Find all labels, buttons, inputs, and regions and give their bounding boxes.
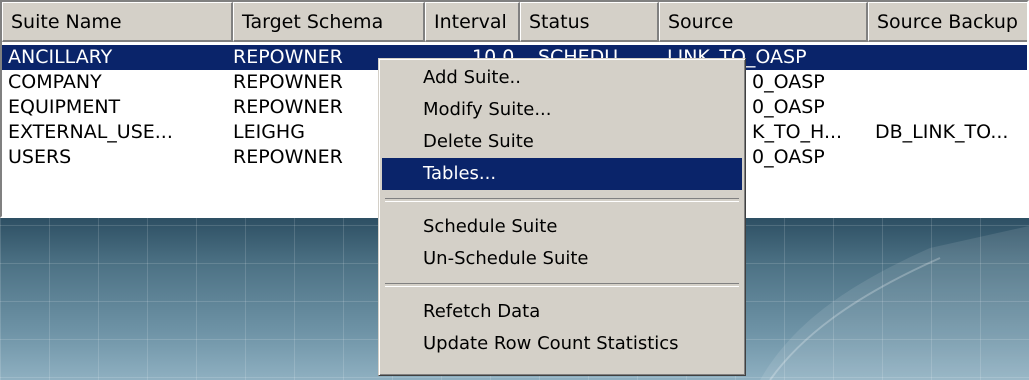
menu-item-update-row-count-statistics[interactable]: Update Row Count Statistics bbox=[382, 328, 742, 360]
menu-separator bbox=[385, 198, 739, 202]
column-header-source[interactable]: Source bbox=[659, 2, 868, 42]
target-schema-cell: REPOWNER bbox=[233, 46, 343, 68]
menu-separator bbox=[385, 283, 739, 287]
menu-item-modify-suite[interactable]: Modify Suite... bbox=[382, 94, 742, 126]
menu-item-add-suite[interactable]: Add Suite.. bbox=[382, 62, 742, 94]
column-header: Suite Name Target Schema Interval Status… bbox=[2, 2, 1027, 42]
target-schema-cell: LEIGHG bbox=[233, 121, 305, 143]
column-header-status[interactable]: Status bbox=[520, 2, 659, 42]
suite-name-cell: EXTERNAL_USE... bbox=[8, 121, 173, 143]
menu-item-schedule-suite[interactable]: Schedule Suite bbox=[382, 211, 742, 243]
source-cell: 0_OASP bbox=[752, 96, 825, 118]
column-header-suite-name[interactable]: Suite Name bbox=[2, 2, 233, 42]
context-menu: Add Suite.. Modify Suite... Delete Suite… bbox=[378, 58, 746, 376]
column-header-interval[interactable]: Interval bbox=[425, 2, 520, 42]
suite-name-cell: EQUIPMENT bbox=[8, 96, 121, 118]
source-cell: K_TO_H... bbox=[752, 121, 843, 143]
source-backup-cell: DB_LINK_TO... bbox=[875, 121, 1009, 143]
source-cell: 0_OASP bbox=[752, 146, 825, 168]
menu-item-refetch-data[interactable]: Refetch Data bbox=[382, 296, 742, 328]
app-window: Suite Name Target Schema Interval Status… bbox=[0, 0, 1029, 380]
menu-item-delete-suite[interactable]: Delete Suite bbox=[382, 126, 742, 158]
suite-name-cell: COMPANY bbox=[8, 71, 102, 93]
column-header-target-schema[interactable]: Target Schema bbox=[233, 2, 425, 42]
menu-item-unschedule-suite[interactable]: Un-Schedule Suite bbox=[382, 243, 742, 275]
target-schema-cell: REPOWNER bbox=[233, 96, 343, 118]
source-cell: 0_OASP bbox=[752, 71, 825, 93]
column-header-source-backup[interactable]: Source Backup bbox=[868, 2, 1027, 42]
menu-item-tables[interactable]: Tables... bbox=[382, 158, 742, 190]
target-schema-cell: REPOWNER bbox=[233, 71, 343, 93]
suite-name-cell: ANCILLARY bbox=[8, 46, 113, 68]
suite-name-cell: USERS bbox=[8, 146, 72, 168]
target-schema-cell: REPOWNER bbox=[233, 146, 343, 168]
